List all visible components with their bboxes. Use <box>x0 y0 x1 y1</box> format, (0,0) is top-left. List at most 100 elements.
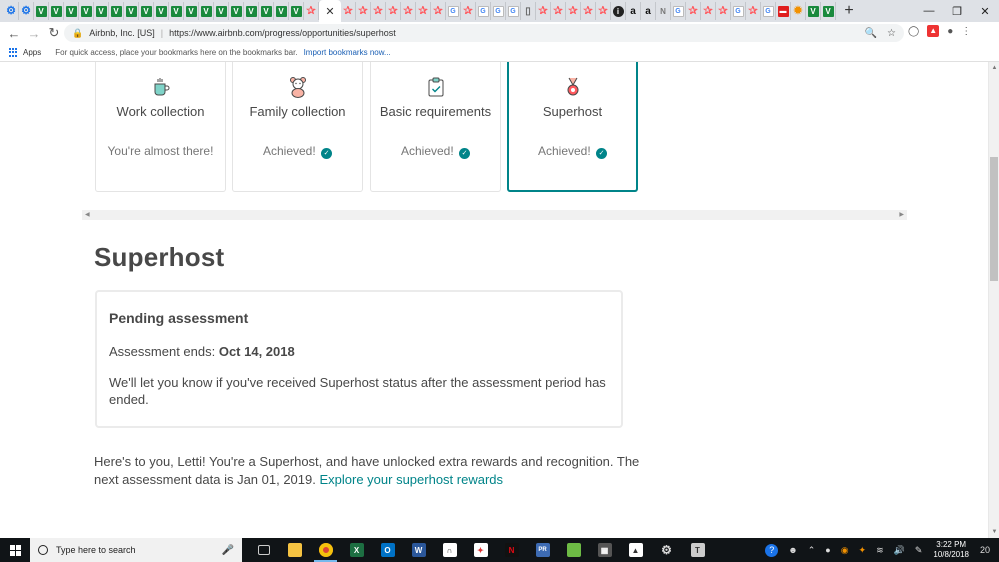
browser-tab[interactable]: ▯ <box>521 2 536 20</box>
explore-rewards-link[interactable]: Explore your superhost rewards <box>319 472 503 487</box>
minimize-button[interactable]: — <box>915 0 943 22</box>
zoom-icon[interactable]: 🔍 <box>865 28 877 39</box>
browser-tab[interactable]: ✰ <box>746 2 761 20</box>
browser-tab[interactable]: V <box>154 2 169 20</box>
browser-tab[interactable]: ✰ <box>566 2 581 20</box>
browser-tab[interactable]: V <box>199 2 214 20</box>
settings-icon[interactable]: ⚙ <box>651 538 682 562</box>
browser-tab[interactable]: V <box>94 2 109 20</box>
browser-tab[interactable]: ✰ <box>341 2 356 20</box>
start-button[interactable] <box>0 538 30 562</box>
browser-tab[interactable]: a <box>641 2 656 20</box>
browser-tab[interactable]: G <box>446 2 461 20</box>
scroll-left-arrow[interactable]: ◀ <box>85 210 90 220</box>
lock-icon[interactable]: 🔒 <box>72 28 83 39</box>
browser-tab[interactable]: N <box>656 2 671 20</box>
card-family-collection[interactable]: Family collection Achieved! ✓ <box>232 62 363 192</box>
profile-icon[interactable]: ● <box>947 26 953 37</box>
browser-tab[interactable]: G <box>506 2 521 20</box>
excel-icon[interactable]: X <box>341 538 372 562</box>
browser-tab[interactable]: V <box>184 2 199 20</box>
browser-tab[interactable]: G <box>491 2 506 20</box>
chrome-icon[interactable] <box>310 538 341 562</box>
tray-star-icon[interactable]: ✦ <box>859 545 867 556</box>
notifications-icon[interactable]: 20 <box>975 541 993 559</box>
browser-tab[interactable]: G <box>476 2 491 20</box>
browser-tab[interactable]: ✰ <box>304 2 319 20</box>
bookmark-star-icon[interactable]: ☆ <box>887 28 896 39</box>
tray-shield-icon[interactable]: ◉ <box>841 545 849 556</box>
browser-tab[interactable]: G <box>761 2 776 20</box>
card-basic-requirements[interactable]: Basic requirements Achieved! ✓ <box>370 62 501 192</box>
close-tab-icon[interactable]: ✕ <box>325 5 334 18</box>
browser-tab[interactable]: V <box>34 2 49 20</box>
taskbar-clock[interactable]: 3:22 PM 10/8/2018 <box>933 540 969 560</box>
people-icon[interactable]: ☻ <box>788 545 797 555</box>
cards-horizontal-scrollbar[interactable]: ◀ ▶ <box>82 210 907 220</box>
back-button[interactable]: ← <box>4 26 24 41</box>
extension-icon[interactable]: ◯ <box>908 26 919 37</box>
pr-app-icon[interactable]: PR <box>527 538 558 562</box>
photos-icon[interactable]: ▲ <box>620 538 651 562</box>
browser-tab[interactable]: V <box>169 2 184 20</box>
browser-tab[interactable]: V <box>79 2 94 20</box>
browser-tab[interactable]: ✰ <box>551 2 566 20</box>
browser-tab-active[interactable]: ✕ <box>319 0 341 22</box>
browser-tab[interactable]: ✰ <box>356 2 371 20</box>
browser-tab[interactable]: ✰ <box>401 2 416 20</box>
airbnb-extension-icon[interactable]: ▲ <box>927 25 940 37</box>
apps-link[interactable]: Apps <box>23 48 41 57</box>
app-icon[interactable]: ∩ <box>434 538 465 562</box>
browser-tab[interactable]: V <box>259 2 274 20</box>
volume-icon[interactable]: 🔊 <box>894 545 905 556</box>
browser-tab[interactable]: V <box>244 2 259 20</box>
netflix-icon[interactable]: N <box>496 538 527 562</box>
acrobat-icon[interactable]: ✦ <box>465 538 496 562</box>
browser-tab[interactable]: i <box>611 2 626 20</box>
green-app-icon[interactable] <box>558 538 589 562</box>
scroll-up-arrow[interactable]: ▲ <box>989 62 999 74</box>
browser-tab[interactable]: ✰ <box>416 2 431 20</box>
browser-tab[interactable]: V <box>806 2 821 20</box>
browser-tab[interactable]: ✰ <box>371 2 386 20</box>
close-window-button[interactable]: ✕ <box>971 0 999 22</box>
url-text[interactable]: https://www.airbnb.com/progress/opportun… <box>169 28 396 38</box>
scroll-down-arrow[interactable]: ▼ <box>989 526 999 538</box>
apps-grid-icon[interactable] <box>9 47 19 58</box>
browser-tab[interactable]: V <box>229 2 244 20</box>
browser-tab[interactable]: ✰ <box>596 2 611 20</box>
browser-tab[interactable]: V <box>64 2 79 20</box>
browser-tab[interactable]: ✰ <box>716 2 731 20</box>
pen-icon[interactable]: ✎ <box>915 545 923 556</box>
scrollbar-thumb[interactable] <box>990 157 998 281</box>
menu-icon[interactable]: ⋮ <box>961 26 971 37</box>
browser-tab[interactable]: ⚙ <box>19 2 34 20</box>
wifi-icon[interactable]: ≋ <box>876 545 884 556</box>
taskbar-search[interactable]: Type here to search 🎤 <box>30 538 242 562</box>
browser-tab[interactable]: ✰ <box>431 2 446 20</box>
browser-tab[interactable]: ✰ <box>386 2 401 20</box>
tray-app-icon[interactable]: ● <box>825 545 830 555</box>
page-vertical-scrollbar[interactable]: ▲ ▼ <box>988 62 999 538</box>
file-explorer-icon[interactable] <box>279 538 310 562</box>
browser-tab[interactable]: ▬ <box>776 2 791 20</box>
browser-tab[interactable]: V <box>289 2 304 20</box>
browser-tab[interactable]: V <box>274 2 289 20</box>
browser-tab[interactable]: V <box>821 2 836 20</box>
browser-tab[interactable]: V <box>49 2 64 20</box>
card-work-collection[interactable]: Work collection You're almost there! <box>95 62 226 192</box>
browser-tab[interactable]: ✹ <box>791 2 806 20</box>
new-tab-button[interactable]: + <box>840 2 858 20</box>
browser-tab[interactable]: ✰ <box>701 2 716 20</box>
browser-tab[interactable]: a <box>626 2 641 20</box>
help-icon[interactable]: ? <box>765 543 779 557</box>
browser-tab[interactable]: ✰ <box>686 2 701 20</box>
word-icon[interactable]: W <box>403 538 434 562</box>
task-view-icon[interactable] <box>248 538 279 562</box>
maximize-button[interactable]: ❐ <box>943 0 971 22</box>
address-bar[interactable]: 🔒 Airbnb, Inc. [US] | https://www.airbnb… <box>64 24 904 42</box>
browser-tab[interactable]: G <box>671 2 686 20</box>
browser-tab[interactable]: ✰ <box>581 2 596 20</box>
browser-tab[interactable]: ✰ <box>461 2 476 20</box>
microphone-icon[interactable]: 🎤 <box>222 545 234 556</box>
